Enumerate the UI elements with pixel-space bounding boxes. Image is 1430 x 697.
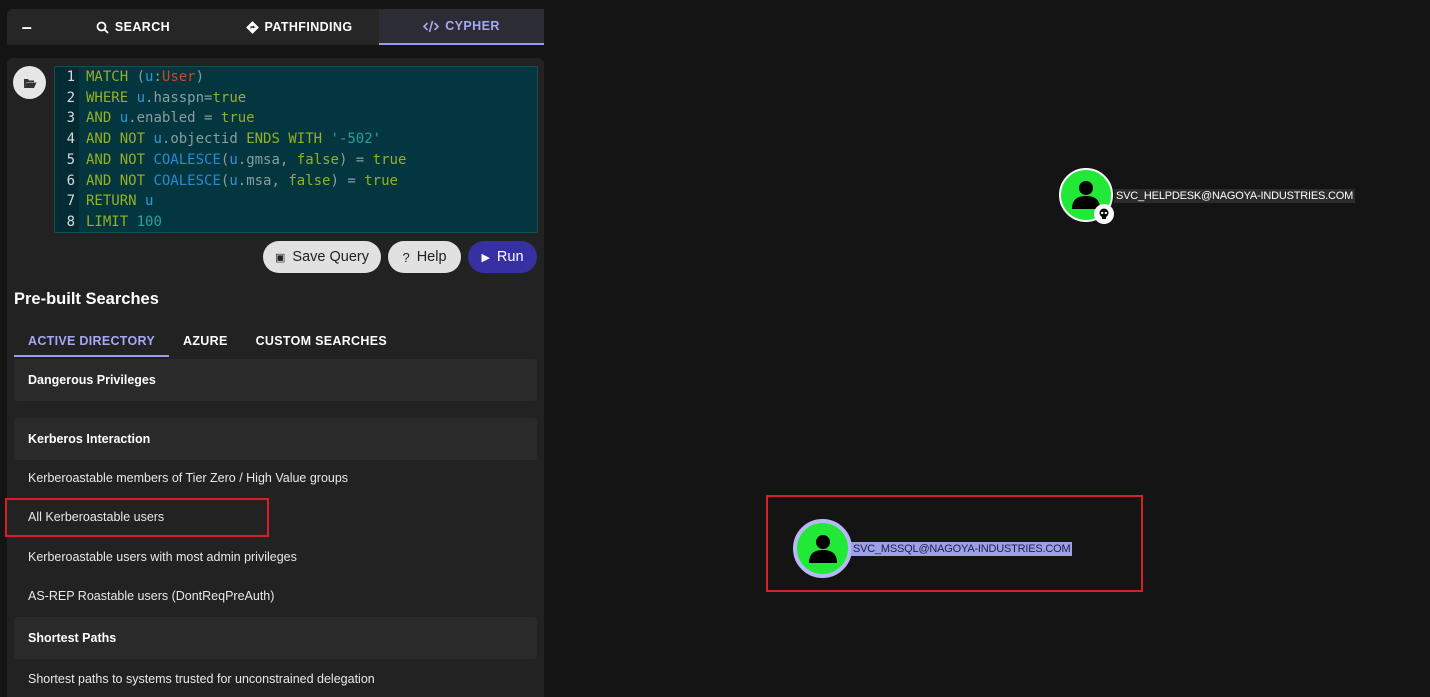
run-button[interactable]: ▶ Run xyxy=(468,241,537,273)
explore-tabs: – SEARCH PATHFINDING CYPHER xyxy=(7,9,544,45)
code-line: 1 MATCH (u:User) xyxy=(66,69,205,85)
query-kerberoastable-most-admin[interactable]: Kerberoastable users with most admin pri… xyxy=(14,539,537,575)
partial-list-item xyxy=(14,387,537,405)
bloodhound-app: – SEARCH PATHFINDING CYPHER 1 MATCH (u:Us… xyxy=(0,0,1430,697)
save-icon: ▣ xyxy=(275,251,286,264)
save-query-button[interactable]: ▣ Save Query xyxy=(263,241,381,273)
query-kerberoastable-tier-zero[interactable]: Kerberoastable members of Tier Zero / Hi… xyxy=(14,460,537,496)
collapse-button[interactable]: – xyxy=(7,9,47,45)
run-label: Run xyxy=(496,249,524,265)
open-folder-button[interactable] xyxy=(13,66,46,99)
tab-active-directory[interactable]: ACTIVE DIRECTORY xyxy=(14,329,170,357)
prebuilt-searches-title: Pre-built Searches xyxy=(14,290,159,308)
cypher-editor[interactable]: 1 MATCH (u:User) 2 WHERE u.hasspn=true 3 AN… xyxy=(54,66,538,233)
folder-open-icon xyxy=(23,78,36,88)
tab-search[interactable]: SEARCH xyxy=(47,9,219,45)
tab-pathfinding-label: PATHFINDING xyxy=(264,20,353,34)
tab-azure[interactable]: AZURE xyxy=(169,329,242,357)
code-icon xyxy=(423,20,440,32)
play-icon: ▶ xyxy=(481,251,490,264)
question-icon: ? xyxy=(402,249,410,265)
help-button[interactable]: ? Help xyxy=(388,241,461,273)
code-line: 5 AND NOT COALESCE(u.gmsa, false) = true xyxy=(66,151,407,168)
cypher-panel: 1 MATCH (u:User) 2 WHERE u.hasspn=true 3 AN… xyxy=(7,58,544,697)
query-shortest-paths-unconstrained[interactable]: Shortest paths to systems trusted for un… xyxy=(14,661,537,697)
directions-icon xyxy=(245,20,259,34)
annotation-highlight-node xyxy=(766,495,1143,592)
query-asrep-roastable[interactable]: AS-REP Roastable users (DontReqPreAuth) xyxy=(14,578,537,614)
save-query-label: Save Query xyxy=(292,249,369,265)
code-line: 8 LIMIT 100 xyxy=(66,213,162,230)
tab-pathfinding[interactable]: PATHFINDING xyxy=(219,9,379,45)
prebuilt-tabs: ACTIVE DIRECTORY AZURE CUSTOM SEARCHES xyxy=(14,329,401,357)
code-line: 7 RETURN u xyxy=(66,193,154,210)
owned-skull-icon xyxy=(1094,204,1114,224)
node-label-svc-helpdesk: SVC_HELPDESK@NAGOYA-INDUSTRIES.COM xyxy=(1114,189,1356,203)
tab-search-label: SEARCH xyxy=(114,20,171,34)
tab-custom-searches[interactable]: CUSTOM SEARCHES xyxy=(242,329,401,357)
category-shortest-paths[interactable]: Shortest Paths xyxy=(14,617,537,659)
annotation-highlight-query xyxy=(5,498,269,537)
tab-cypher-label: CYPHER xyxy=(445,19,500,33)
code-line: 2 WHERE u.hasspn=true xyxy=(66,89,247,106)
code-line: 4 AND NOT u.objectid ENDS WITH '-502' xyxy=(66,131,382,148)
code-line: 3 AND u.enabled = true xyxy=(66,110,255,127)
tab-cypher[interactable]: CYPHER xyxy=(379,9,544,45)
help-label: Help xyxy=(416,249,447,265)
code-line: 6 AND NOT COALESCE(u.msa, false) = true xyxy=(66,172,398,189)
search-icon xyxy=(96,21,109,34)
category-kerberos-interaction[interactable]: Kerberos Interaction xyxy=(14,418,537,460)
